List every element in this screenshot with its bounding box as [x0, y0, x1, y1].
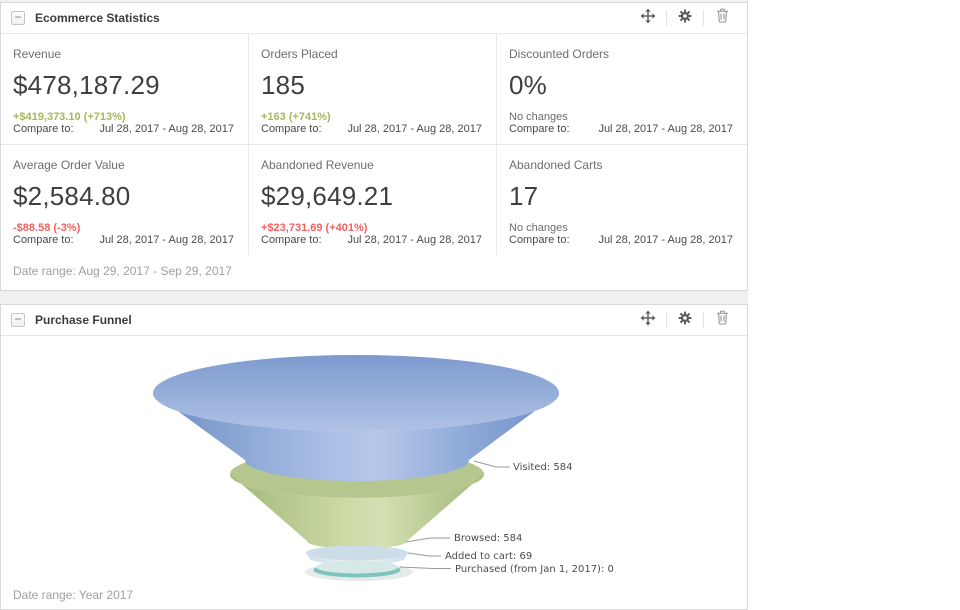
trash-icon [716, 8, 729, 28]
panel-title: Purchase Funnel [35, 313, 132, 327]
toolbar-separator [703, 10, 704, 26]
settings-button[interactable] [672, 310, 698, 330]
move-icon [640, 310, 656, 331]
purchase-funnel-panel: − Purchase Funnel [0, 304, 748, 610]
panel-header: − Purchase Funnel [1, 305, 747, 336]
compare-row: Compare to: Jul 28, 2017 - Aug 28, 2017 [509, 123, 733, 135]
compare-label: Compare to: [509, 234, 570, 246]
gear-icon [678, 9, 692, 28]
compare-row: Compare to: Jul 28, 2017 - Aug 28, 2017 [509, 234, 733, 246]
metric-abandoned-revenue: Abandoned Revenue $29,649.21 +$23,731.69… [248, 145, 496, 255]
funnel-label-browsed: Browsed: 584 [454, 533, 522, 544]
compare-row: Compare to: Jul 28, 2017 - Aug 28, 2017 [13, 123, 234, 135]
metric-value: 185 [261, 70, 482, 101]
metric-label: Orders Placed [261, 47, 482, 61]
funnel-chart: Visited: 584 Browsed: 584 Added to cart:… [1, 336, 747, 609]
metric-change: -$88.58 (-3%) [13, 222, 234, 234]
compare-period: Jul 28, 2017 - Aug 28, 2017 [99, 234, 234, 246]
collapse-button[interactable]: − [11, 313, 25, 327]
funnel-stage-purchased-top [316, 561, 398, 574]
trash-icon [716, 310, 729, 330]
panel-title: Ecommerce Statistics [35, 11, 160, 25]
panel-toolbar [635, 8, 735, 28]
metric-value: $478,187.29 [13, 70, 234, 101]
move-button[interactable] [635, 8, 661, 28]
metric-change: No changes [509, 111, 733, 123]
compare-label: Compare to: [509, 123, 570, 135]
metric-value: 17 [509, 181, 733, 212]
metric-label: Abandoned Revenue [261, 158, 482, 172]
metrics-row-1: Revenue $478,187.29 +$419,373.10 (+713%)… [1, 34, 747, 145]
metric-label: Discounted Orders [509, 47, 733, 61]
metric-revenue: Revenue $478,187.29 +$419,373.10 (+713%)… [1, 34, 248, 144]
ecommerce-statistics-panel: − Ecommerce Statistics [0, 2, 748, 291]
funnel-stage-added-rim [306, 546, 408, 561]
metric-change: +$23,731.69 (+401%) [261, 222, 482, 234]
funnel-label-visited: Visited: 584 [513, 462, 572, 473]
funnel-top-surface [153, 355, 559, 431]
funnel-chart-area: Visited: 584 Browsed: 584 Added to cart:… [1, 336, 747, 609]
compare-label: Compare to: [261, 123, 322, 135]
toolbar-separator [666, 312, 667, 328]
compare-period: Jul 28, 2017 - Aug 28, 2017 [598, 123, 733, 135]
metric-value: $29,649.21 [261, 181, 482, 212]
metric-discounted-orders: Discounted Orders 0% No changes Compare … [496, 34, 747, 144]
delete-button[interactable] [709, 310, 735, 330]
metric-average-order-value: Average Order Value $2,584.80 -$88.58 (-… [1, 145, 248, 255]
funnel-date-range: Date range: Year 2017 [13, 588, 133, 602]
funnel-label-purchased: Purchased (from Jan 1, 2017): 0 [455, 564, 614, 575]
compare-label: Compare to: [13, 123, 74, 135]
panel-toolbar [635, 310, 735, 330]
metrics-row-2: Average Order Value $2,584.80 -$88.58 (-… [1, 145, 747, 255]
compare-period: Jul 28, 2017 - Aug 28, 2017 [99, 123, 234, 135]
settings-button[interactable] [672, 8, 698, 28]
panel-header: − Ecommerce Statistics [1, 3, 747, 34]
compare-period: Jul 28, 2017 - Aug 28, 2017 [347, 123, 482, 135]
move-button[interactable] [635, 310, 661, 330]
compare-period: Jul 28, 2017 - Aug 28, 2017 [347, 234, 482, 246]
panel-gap [0, 291, 748, 304]
collapse-button[interactable]: − [11, 11, 25, 25]
delete-button[interactable] [709, 8, 735, 28]
metric-label: Average Order Value [13, 158, 234, 172]
compare-row: Compare to: Jul 28, 2017 - Aug 28, 2017 [13, 234, 234, 246]
metric-change: +163 (+741%) [261, 111, 482, 123]
compare-period: Jul 28, 2017 - Aug 28, 2017 [598, 234, 733, 246]
move-icon [640, 8, 656, 29]
metric-label: Abandoned Carts [509, 158, 733, 172]
metric-value: 0% [509, 70, 733, 101]
metric-change: No changes [509, 222, 733, 234]
compare-label: Compare to: [13, 234, 74, 246]
metric-abandoned-carts: Abandoned Carts 17 No changes Compare to… [496, 145, 747, 255]
stats-date-range: Date range: Aug 29, 2017 - Sep 29, 2017 [1, 255, 747, 290]
compare-row: Compare to: Jul 28, 2017 - Aug 28, 2017 [261, 234, 482, 246]
metric-change: +$419,373.10 (+713%) [13, 111, 234, 123]
funnel-label-added-to-cart: Added to cart: 69 [445, 551, 532, 562]
dashboard-column: − Ecommerce Statistics [0, 0, 748, 610]
toolbar-separator [703, 312, 704, 328]
gear-icon [678, 311, 692, 330]
metric-orders-placed: Orders Placed 185 +163 (+741%) Compare t… [248, 34, 496, 144]
metric-value: $2,584.80 [13, 181, 234, 212]
toolbar-separator [666, 10, 667, 26]
metric-label: Revenue [13, 47, 234, 61]
compare-label: Compare to: [261, 234, 322, 246]
compare-row: Compare to: Jul 28, 2017 - Aug 28, 2017 [261, 123, 482, 135]
